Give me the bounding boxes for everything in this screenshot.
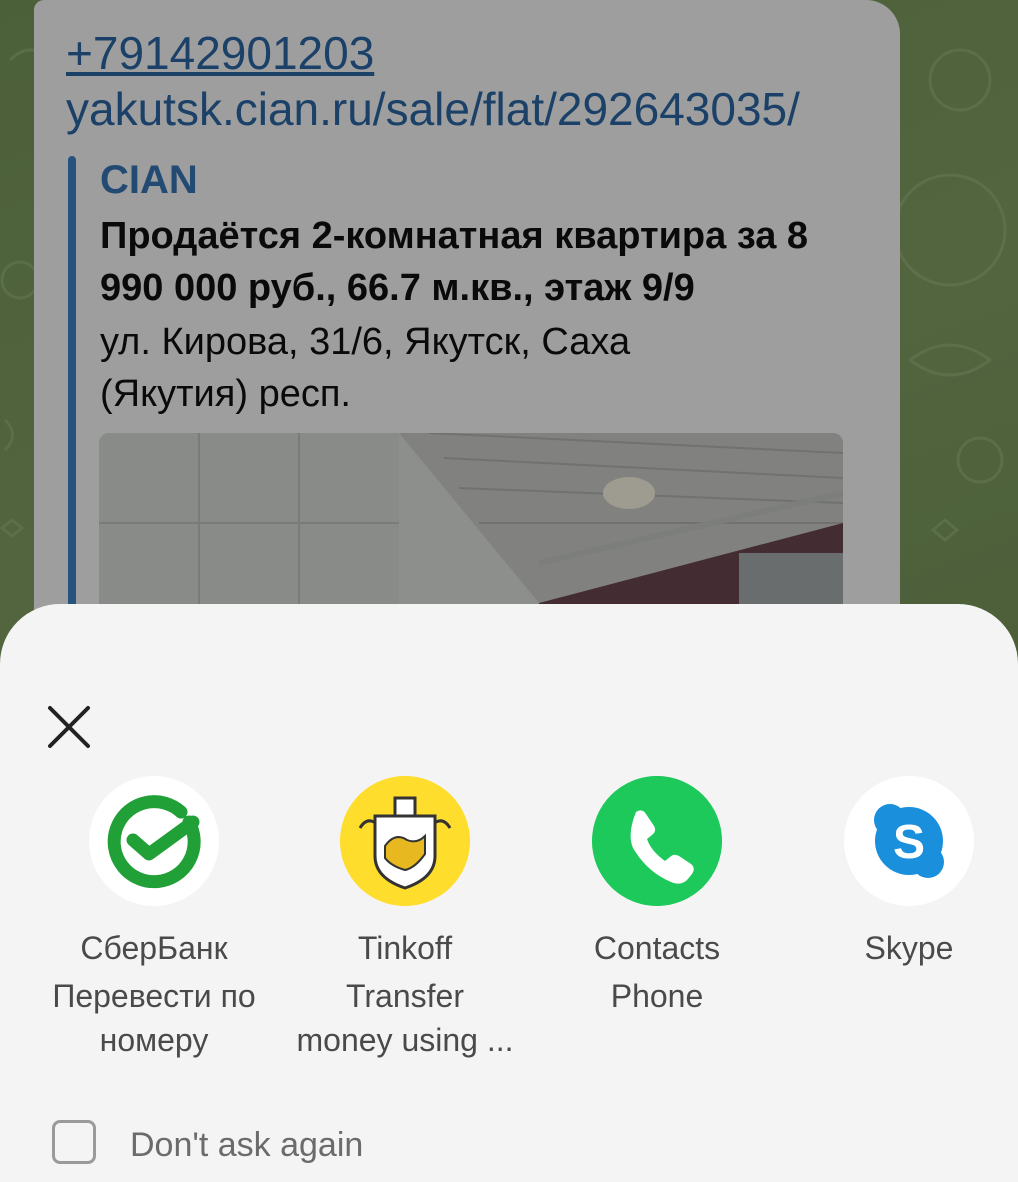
app-option-tinkoff[interactable]: Tinkoff Transfer money using ... (280, 776, 530, 1060)
sberbank-icon (89, 776, 219, 906)
svg-text:S: S (893, 816, 925, 869)
dont-ask-again-label: Don't ask again (130, 1126, 364, 1164)
app-label-phone: Contacts Phone (593, 930, 721, 1014)
app-label-sberbank: СберБанк Перевести по номеру (52, 930, 256, 1058)
close-icon (48, 706, 90, 748)
app-option-skype[interactable]: S Skype (784, 776, 1018, 972)
close-button[interactable] (40, 698, 98, 756)
tinkoff-icon (340, 776, 470, 906)
app-option-phone[interactable]: Contacts Phone (532, 776, 782, 1020)
app-option-sberbank[interactable]: СберБанк Перевести по номеру (29, 776, 279, 1060)
app-label-skype: Skype (864, 930, 954, 966)
skype-icon: S (844, 776, 974, 906)
dont-ask-again-checkbox[interactable] (52, 1120, 96, 1164)
app-label-tinkoff: Tinkoff Transfer money using ... (296, 930, 514, 1058)
phone-icon (592, 776, 722, 906)
